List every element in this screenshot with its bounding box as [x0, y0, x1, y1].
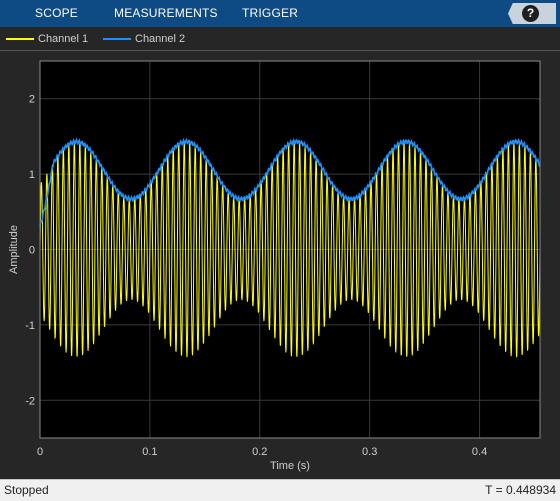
y-tick-label: 0 — [29, 245, 35, 257]
y-tick-label: -2 — [25, 395, 35, 407]
help-button[interactable]: ? — [508, 3, 556, 24]
x-tick-label: 0.1 — [142, 446, 157, 458]
channel-1-line-swatch — [6, 37, 34, 40]
x-tick-label: 0.3 — [362, 446, 377, 458]
legend-label: Channel 1 — [38, 32, 89, 45]
scope-plot[interactable]: 0 0.1 0.2 0.3 0.4 -2 -1 0 1 2 Time (s) Amplitude — [0, 51, 560, 479]
x-tick-label: 0 — [37, 446, 43, 458]
legend-item-channel-2[interactable]: Channel 2 — [103, 27, 185, 50]
status-bar: Stopped T = 0.448934 — [0, 479, 560, 501]
tab-trigger[interactable]: TRIGGER — [242, 0, 298, 27]
channel-2-line-swatch — [103, 37, 131, 40]
legend: Channel 1 Channel 2 — [0, 27, 560, 51]
tab-measurements[interactable]: MEASUREMENTS — [114, 0, 218, 27]
x-axis-label: Time (s) — [270, 460, 310, 472]
y-tick-label: -1 — [25, 320, 35, 332]
y-tick-label: 1 — [29, 169, 35, 181]
toolstrip: SCOPE MEASUREMENTS TRIGGER ? — [0, 0, 560, 27]
legend-item-channel-1[interactable]: Channel 1 — [6, 27, 88, 50]
plot-area: 0 0.1 0.2 0.3 0.4 -2 -1 0 1 2 Time (s) Amplitude — [0, 51, 560, 479]
x-tick-label: 0.2 — [252, 446, 267, 458]
y-axis-label: Amplitude — [8, 225, 20, 274]
tab-scope[interactable]: SCOPE — [35, 0, 78, 27]
legend-label: Channel 2 — [135, 32, 186, 45]
y-tick-label: 2 — [29, 94, 35, 106]
status-state: Stopped — [4, 483, 49, 497]
help-icon: ? — [522, 5, 539, 22]
x-tick-label: 0.4 — [472, 446, 487, 458]
status-time: T = 0.448934 — [485, 483, 556, 497]
